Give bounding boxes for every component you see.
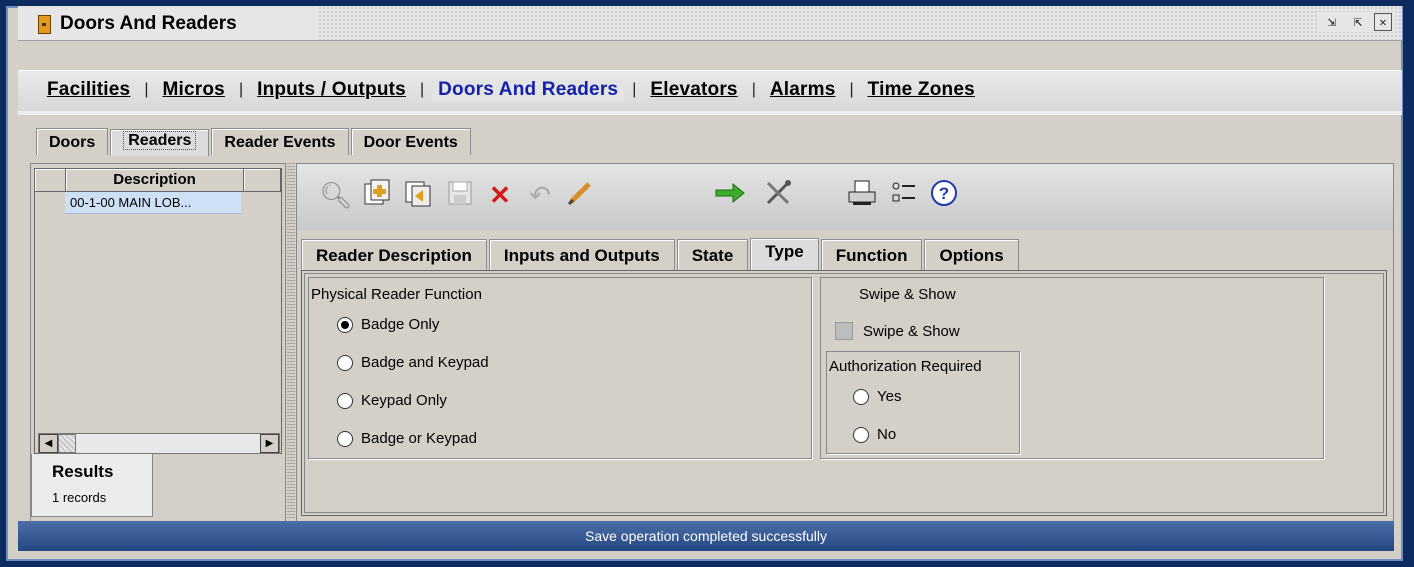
physical-reader-function-group: Physical Reader Function Badge Only Badg… xyxy=(308,277,812,459)
tab-inputs-and-outputs[interactable]: Inputs and Outputs xyxy=(488,239,675,270)
copy-icon[interactable] xyxy=(401,178,435,212)
nav-separator: | xyxy=(238,81,244,98)
horizontal-scrollbar[interactable]: ◀ ▶ xyxy=(38,433,280,454)
tab-reader-description[interactable]: Reader Description xyxy=(301,239,487,270)
add-icon[interactable] xyxy=(359,178,393,212)
column-header-description[interactable]: Description xyxy=(66,169,245,191)
swipe-show-checkbox-row[interactable]: Swipe & Show xyxy=(835,322,960,340)
swipe-show-checkbox[interactable] xyxy=(835,322,853,340)
radio-label: Badge or Keypad xyxy=(361,430,477,447)
results-tab[interactable]: Results 1 records xyxy=(31,454,153,517)
tab-state[interactable]: State xyxy=(676,239,749,270)
tab-readers[interactable]: Readers xyxy=(110,129,210,156)
nav-separator: | xyxy=(419,81,425,98)
nav-time-zones[interactable]: Time Zones xyxy=(862,79,981,101)
radio-button[interactable] xyxy=(853,426,869,443)
tab-reader-events[interactable]: Reader Events xyxy=(211,128,349,155)
detail-panel: 🔍︎ ✕ ↶ ? Reader Description Inputs and O… xyxy=(296,163,1394,522)
results-panel: Description 00-1-00 MAIN LOB... ◀ ▶ Resu… xyxy=(30,163,286,522)
radio-keypad-only[interactable]: Keypad Only xyxy=(337,392,447,409)
radio-button[interactable] xyxy=(337,392,353,409)
nav-doors-and-readers[interactable]: Doors And Readers xyxy=(432,79,625,101)
search-icon[interactable]: 🔍︎ xyxy=(319,178,353,212)
tools-icon[interactable] xyxy=(761,178,795,212)
radio-button[interactable] xyxy=(337,316,353,333)
list-options-icon[interactable] xyxy=(887,178,921,212)
edit-icon[interactable] xyxy=(563,178,597,212)
group-label: Swipe & Show xyxy=(859,286,956,303)
radio-label: No xyxy=(877,426,897,443)
radio-badge-and-keypad[interactable]: Badge and Keypad xyxy=(337,354,489,371)
tab-function[interactable]: Function xyxy=(820,239,923,270)
reader-list: Description 00-1-00 MAIN LOB... ◀ ▶ xyxy=(34,168,282,454)
radio-label: Yes xyxy=(877,388,902,405)
group-label: Physical Reader Function xyxy=(311,286,482,303)
list-item[interactable]: 00-1-00 MAIN LOB... xyxy=(65,192,241,214)
go-icon[interactable] xyxy=(713,178,747,212)
detail-tabs: Reader Description Inputs and Outputs St… xyxy=(301,238,1021,270)
module-nav: Facilities | Micros | Inputs / Outputs |… xyxy=(41,79,981,101)
tab-doors[interactable]: Doors xyxy=(36,128,109,155)
maximize-icon[interactable]: ⇱ xyxy=(1348,12,1368,32)
radio-button[interactable] xyxy=(337,354,353,371)
module-nav-bar: Facilities | Micros | Inputs / Outputs |… xyxy=(18,70,1402,115)
nav-elevators[interactable]: Elevators xyxy=(644,79,743,101)
nav-separator: | xyxy=(751,81,756,98)
checkbox-label: Swipe & Show xyxy=(863,322,960,340)
toolbar: 🔍︎ ✕ ↶ ? xyxy=(297,164,1393,230)
scroll-thumb[interactable] xyxy=(58,434,76,453)
radio-label: Badge Only xyxy=(361,316,440,333)
radio-button[interactable] xyxy=(337,430,353,447)
delete-icon[interactable]: ✕ xyxy=(483,178,517,212)
swipe-show-group: Swipe & Show Swipe & Show Authorization … xyxy=(820,277,1324,459)
type-tab-content: Physical Reader Function Badge Only Badg… xyxy=(301,270,1387,516)
radio-label: Keypad Only xyxy=(361,392,447,409)
results-title: Results xyxy=(52,462,114,481)
group-label: Authorization Required xyxy=(829,358,982,375)
tab-readers-label: Readers xyxy=(123,131,197,150)
authorization-required-group: Authorization Required Yes No xyxy=(826,351,1020,454)
nav-alarms[interactable]: Alarms xyxy=(764,79,842,101)
print-icon[interactable] xyxy=(845,178,879,212)
results-count: 1 records xyxy=(52,490,107,505)
radio-no[interactable]: No xyxy=(853,426,896,443)
status-bar: Save operation completed successfully xyxy=(18,521,1394,551)
nav-separator: | xyxy=(632,81,637,98)
list-header: Description xyxy=(35,169,281,192)
door-app-icon xyxy=(38,15,51,34)
title-bar: Doors And Readers ⇲ ⇱ ✕ xyxy=(18,6,1402,41)
nav-inputs-outputs[interactable]: Inputs / Outputs xyxy=(251,79,412,101)
radio-badge-or-keypad[interactable]: Badge or Keypad xyxy=(337,430,477,447)
record-type-tabs: Doors Readers Reader Events Door Events xyxy=(36,125,473,156)
tab-options[interactable]: Options xyxy=(924,239,1019,270)
window-controls: ⇲ ⇱ ✕ xyxy=(1318,12,1396,32)
nav-separator: | xyxy=(849,81,854,98)
scroll-right-icon[interactable]: ▶ xyxy=(260,434,279,453)
tab-type[interactable]: Type xyxy=(750,238,819,270)
nav-micros[interactable]: Micros xyxy=(156,79,230,101)
nav-facilities[interactable]: Facilities xyxy=(41,79,136,101)
nav-separator: | xyxy=(144,81,149,98)
panel-splitter[interactable] xyxy=(287,163,295,520)
restore-icon[interactable]: ⇲ xyxy=(1322,12,1342,32)
close-icon[interactable]: ✕ xyxy=(1374,13,1392,31)
scroll-left-icon[interactable]: ◀ xyxy=(39,434,58,453)
save-icon[interactable] xyxy=(443,178,477,212)
window-title: Doors And Readers xyxy=(60,13,237,34)
radio-label: Badge and Keypad xyxy=(361,354,489,371)
radio-yes[interactable]: Yes xyxy=(853,388,901,405)
undo-icon[interactable]: ↶ xyxy=(523,178,557,212)
tab-door-events[interactable]: Door Events xyxy=(350,128,471,155)
help-icon[interactable]: ? xyxy=(927,178,961,212)
radio-badge-only[interactable]: Badge Only xyxy=(337,316,439,333)
svg-text:?: ? xyxy=(939,184,949,203)
radio-button[interactable] xyxy=(853,388,869,405)
